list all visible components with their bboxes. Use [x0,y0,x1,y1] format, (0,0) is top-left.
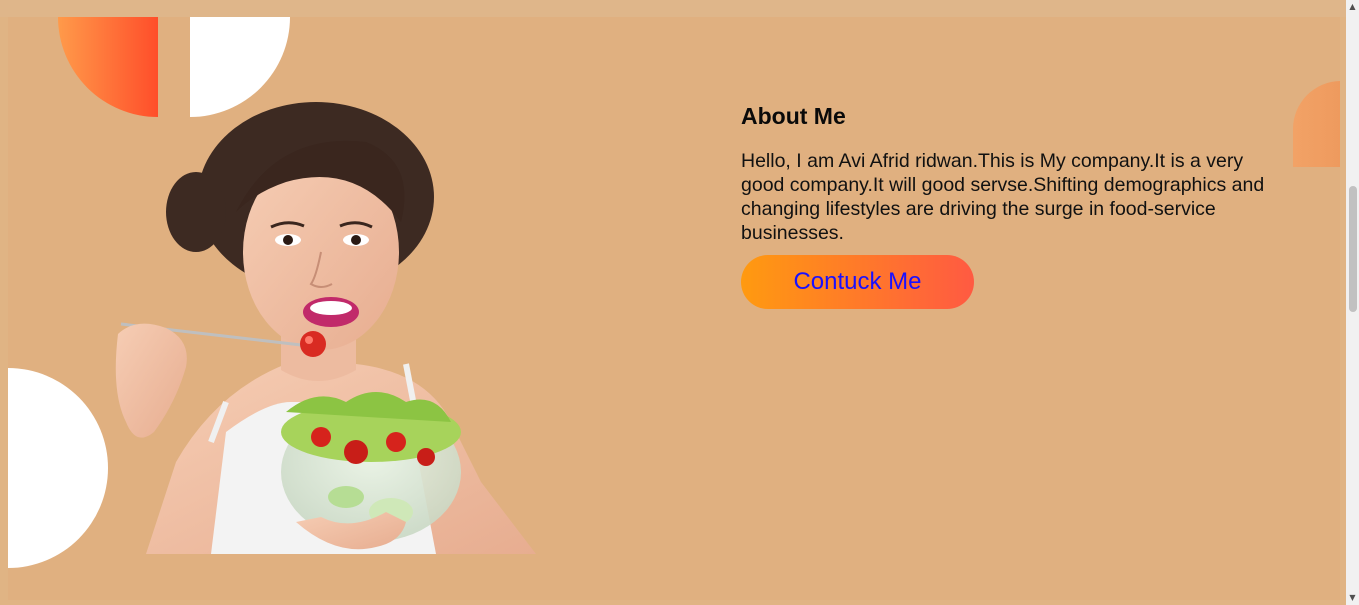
about-heading: About Me [741,103,846,129]
about-description: Hello, I am Avi Afrid ridwan.This is My … [741,150,1265,244]
about-content: About Me Hello, I am Avi Afrid ridwan.Th… [741,103,1281,309]
woman-eating-salad-image [115,102,536,554]
arrow-up-icon[interactable]: ▲ [1346,0,1359,14]
contact-me-button[interactable]: Contuck Me [741,255,974,309]
decorative-peach-quarter-circle [1293,81,1340,167]
about-section: About Me Hello, I am Avi Afrid ridwan.Th… [8,17,1340,600]
scrollbar-thumb[interactable] [1349,186,1357,312]
decorative-white-half-circle [8,368,108,568]
top-strip [0,0,1359,17]
page: About Me Hello, I am Avi Afrid ridwan.Th… [0,0,1359,605]
arrow-down-icon[interactable]: ▼ [1346,591,1359,605]
vertical-scrollbar[interactable]: ▲ ▼ [1346,0,1359,605]
